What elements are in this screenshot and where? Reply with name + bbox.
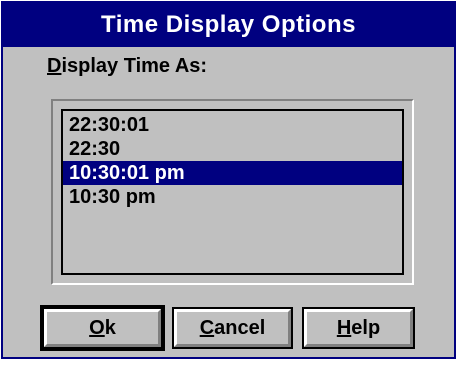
list-item-text: 22:30 <box>69 138 121 160</box>
list-item-text: 10:30 pm <box>69 186 156 208</box>
help-button[interactable]: Help <box>302 307 415 349</box>
list-item-text: 22:30:01 <box>69 114 150 136</box>
ok-button[interactable]: Ok <box>40 305 165 351</box>
time-display-options-dialog: Time Display Options Display Time As: 22… <box>1 1 456 359</box>
list-item-22-30[interactable]: 22:30 <box>63 137 402 161</box>
dialog-title-bar[interactable]: Time Display Options <box>3 3 454 47</box>
help-button-label: Help <box>336 316 381 339</box>
time-format-listbox[interactable]: 22:30:01 22:30 10:30:01 pm 10:30 pm <box>61 109 404 275</box>
label-text: isplay Time As: <box>61 55 208 77</box>
dialog-title: Time Display Options <box>101 11 356 38</box>
list-item-22-30-01[interactable]: 22:30:01 <box>63 113 402 137</box>
time-format-listbox-frame: 22:30:01 22:30 10:30:01 pm 10:30 pm <box>51 99 414 285</box>
cancel-button[interactable]: Cancel <box>172 307 293 349</box>
ok-button-label: Ok <box>89 316 116 339</box>
list-item-10-30-pm[interactable]: 10:30 pm <box>63 185 402 209</box>
cancel-button-label: Cancel <box>199 316 266 339</box>
list-item-text: 10:30:01 pm <box>69 162 185 184</box>
display-time-as-label: Display Time As: <box>47 55 207 78</box>
list-item-10-30-01-pm[interactable]: 10:30:01 pm <box>63 161 402 185</box>
label-mnemonic: D <box>47 55 62 77</box>
